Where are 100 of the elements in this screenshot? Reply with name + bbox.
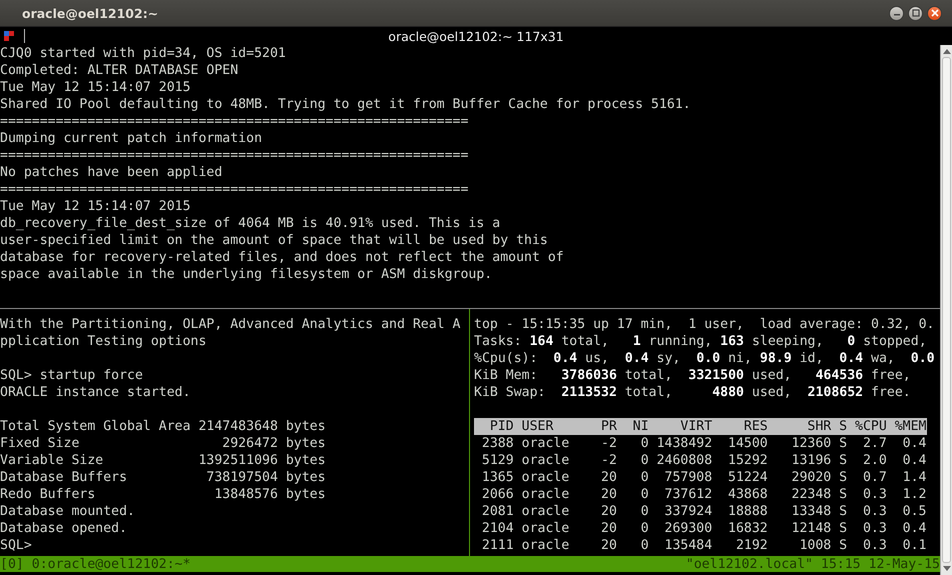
table-cell-text: 0 bbox=[640, 469, 649, 486]
table-cell-text: 12360 bbox=[790, 435, 832, 452]
table-cell-text: 13348 bbox=[790, 503, 832, 520]
table-cell-text: 0 bbox=[640, 503, 649, 520]
terminal-line: user-specified limit on the amount of space that will be used by this bbox=[0, 232, 549, 249]
table-cell-text: 0 bbox=[640, 486, 649, 503]
terminal-line: Shared IO Pool defaulting to 48MB. Trying to get it from Buffer Cache for process 5161. bbox=[0, 96, 692, 113]
table-cell-text: 0.4 bbox=[902, 520, 926, 537]
column-header: RES bbox=[742, 418, 768, 435]
table-cell-text: 0.5 bbox=[902, 503, 926, 520]
table-cell-text: oracle bbox=[520, 452, 570, 469]
table-cell-text: 0.4 bbox=[902, 435, 926, 452]
table-cell-text: oracle bbox=[520, 520, 570, 537]
terminal-line: Variable Size 1392511096 bytes bbox=[0, 452, 327, 469]
table-cell-text: S bbox=[838, 469, 848, 486]
terminal-line: No patches have been applied bbox=[0, 164, 224, 181]
scrollbar[interactable] bbox=[940, 45, 952, 575]
terminal-line: SQL> bbox=[0, 537, 33, 554]
terminal-line: ORACLE instance started. bbox=[0, 384, 192, 401]
table-cell-text: 2388 bbox=[480, 435, 514, 452]
table-cell-text: 0.3 bbox=[862, 503, 887, 520]
table-cell-text: 2460808 bbox=[656, 452, 712, 469]
table-cell-text: 0.7 bbox=[862, 469, 887, 486]
table-cell-text: 13196 bbox=[790, 452, 832, 469]
maximize-button[interactable] bbox=[908, 6, 923, 20]
table-cell-text: 135484 bbox=[664, 537, 712, 554]
table-cell-text: S bbox=[838, 452, 848, 469]
terminal-line: =========================================================== bbox=[0, 113, 470, 130]
terminal-line: database for recovery-related files, and does not reflect the amount of bbox=[0, 249, 565, 266]
table-cell-text: 20 bbox=[600, 486, 617, 503]
table-cell-text: 15292 bbox=[727, 452, 768, 469]
window-title: oracle@oel12102:~ bbox=[22, 6, 158, 20]
column-header: USER bbox=[520, 418, 554, 435]
table-cell-text: 29020 bbox=[790, 469, 832, 486]
table-cell-text: 0 bbox=[640, 435, 649, 452]
terminal-line: pplication Testing options bbox=[0, 333, 208, 350]
table-cell-text: 2192 bbox=[734, 537, 768, 554]
tab-title: oracle@oel12102:~ 117x31 bbox=[388, 28, 564, 44]
scroll-up-icon[interactable] bbox=[942, 48, 950, 54]
column-header: SHR bbox=[806, 418, 832, 435]
terminal-line: Completed: ALTER DATABASE OPEN bbox=[0, 62, 240, 79]
table-cell-text: 2066 bbox=[480, 486, 514, 503]
table-cell-text: -2 bbox=[600, 435, 617, 452]
table-cell-text: 0.3 bbox=[862, 486, 887, 503]
table-cell-text: -2 bbox=[600, 452, 617, 469]
table-cell-text: 1365 bbox=[480, 469, 514, 486]
terminal-line: %Cpu(s): 0.4 us, 0.4 sy, 0.0 ni, 98.9 id, 0.4 wa, 0.0 bbox=[474, 350, 936, 367]
table-cell-text: S bbox=[838, 435, 848, 452]
table-cell-text: 12148 bbox=[790, 520, 832, 537]
table-cell-text: 2104 bbox=[480, 520, 514, 537]
table-cell-text: 1.2 bbox=[902, 486, 926, 503]
terminal-line: =========================================================== bbox=[0, 181, 470, 198]
terminal-line: KiB Swap: 2113532 total, 4880 used, 2108652 free. bbox=[474, 384, 912, 401]
terminal-icon[interactable] bbox=[4, 31, 14, 41]
terminal-line: Tasks: 164 total, 1 running, 163 sleeping, 0 stopped, bbox=[474, 333, 928, 350]
table-cell-text: 0.3 bbox=[862, 537, 887, 554]
table-cell-text: 0 bbox=[640, 537, 649, 554]
column-header: VIRT bbox=[679, 418, 712, 435]
terminal-line: Tue May 12 15:14:07 2015 bbox=[0, 198, 192, 215]
table-cell-text: 337924 bbox=[664, 503, 712, 520]
terminal-line: SQL> startup force bbox=[0, 367, 144, 384]
terminal-line: Total System Global Area 2147483648 bytes bbox=[0, 418, 327, 435]
table-cell-text: 5129 bbox=[480, 452, 514, 469]
column-header: %MEM bbox=[894, 418, 926, 435]
table-cell-text: 20 bbox=[600, 469, 617, 486]
table-cell-text: 1008 bbox=[798, 537, 832, 554]
table-cell-text: 20 bbox=[600, 520, 617, 537]
table-cell-text: S bbox=[838, 486, 848, 503]
table-cell-text: oracle bbox=[520, 435, 570, 452]
scrollbar-thumb[interactable] bbox=[942, 57, 951, 563]
table-cell-text: 0.4 bbox=[902, 452, 926, 469]
scroll-down-icon[interactable] bbox=[942, 566, 950, 572]
terminal-line: space available in the underlying filesystem or ASM diskgroup. bbox=[0, 266, 494, 283]
table-cell-text: 1.4 bbox=[902, 469, 926, 486]
table-cell-text: oracle bbox=[520, 537, 570, 554]
minimize-button[interactable] bbox=[889, 6, 904, 20]
terminal-line: CJQ0 started with pid=34, OS id=5201 bbox=[0, 45, 287, 62]
table-cell-text: S bbox=[838, 503, 848, 520]
maximize-icon bbox=[912, 9, 920, 17]
table-cell-text: 20 bbox=[600, 503, 617, 520]
terminal-line: KiB Mem: 3786036 total, 3321500 used, 464536 free, bbox=[474, 367, 912, 384]
table-cell-text: 16832 bbox=[727, 520, 768, 537]
table-cell-text: oracle bbox=[520, 503, 570, 520]
table-cell-text: 51224 bbox=[727, 469, 768, 486]
host-time-label: "oel12102.local" 15:15 12-May-15 bbox=[686, 556, 940, 572]
table-cell-text: 2111 bbox=[480, 537, 514, 554]
terminal-line: Dumping current patch information bbox=[0, 130, 264, 147]
terminal-line: Database opened. bbox=[0, 520, 128, 537]
table-cell-text: 269300 bbox=[664, 520, 712, 537]
terminal-line: =========================================================== bbox=[0, 147, 470, 164]
table-cell-text: 20 bbox=[600, 537, 617, 554]
column-header: %CPU bbox=[854, 418, 887, 435]
column-header: PR bbox=[600, 418, 617, 435]
table-cell-text: 757908 bbox=[664, 469, 712, 486]
terminal-line: Fixed Size 2926472 bytes bbox=[0, 435, 327, 452]
table-cell-text: 0 bbox=[640, 452, 649, 469]
table-cell-text: oracle bbox=[520, 469, 570, 486]
table-cell-text: 2.0 bbox=[862, 452, 887, 469]
terminal-line: top - 15:15:35 up 17 min, 1 user, load average: 0.32, 0. bbox=[474, 316, 936, 333]
close-button[interactable] bbox=[927, 6, 942, 20]
